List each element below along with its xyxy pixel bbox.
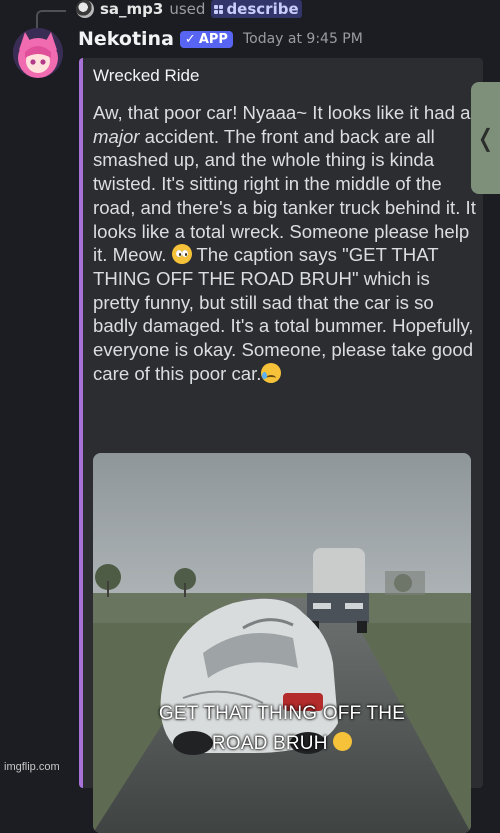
slash-command-mention[interactable]: describe bbox=[211, 0, 302, 18]
replying-username[interactable]: sa_mp3 bbox=[100, 0, 163, 18]
message-header: Nekotina ✓ APP Today at 9:45 PM bbox=[78, 26, 363, 52]
chevron-left-icon: ❬ bbox=[475, 124, 496, 152]
app-badge[interactable]: ✓ APP bbox=[179, 30, 233, 48]
check-icon: ✓ bbox=[184, 31, 196, 47]
app-badge-label: APP bbox=[198, 31, 228, 47]
image-caption-line-1: GET THAT THING OFF THE bbox=[158, 703, 406, 724]
embed-image[interactable]: GET THAT THING OFF THE ROAD BRUH bbox=[93, 453, 471, 833]
replying-user-avatar[interactable] bbox=[76, 0, 94, 18]
embed-title: Wrecked Ride bbox=[93, 66, 200, 85]
message-embed: Wrecked Ride Aw, that poor car! Nyaaa~ I… bbox=[79, 58, 483, 833]
bot-username[interactable]: Nekotina bbox=[78, 28, 174, 50]
command-name: describe bbox=[226, 0, 299, 18]
bot-avatar[interactable] bbox=[13, 28, 63, 78]
description-emphasis: major bbox=[93, 125, 140, 147]
sad-but-relieved-face-emoji bbox=[261, 362, 282, 383]
loudly-crying-face-emoji bbox=[333, 732, 353, 751]
pleading-face-emoji bbox=[171, 244, 192, 265]
side-panel-toggle[interactable]: ❬ bbox=[471, 82, 500, 194]
image-caption-text: ROAD BRUH bbox=[211, 733, 328, 754]
message-timestamp[interactable]: Today at 9:45 PM bbox=[243, 31, 363, 47]
app-command-icon bbox=[214, 4, 224, 14]
description-text: Aw, that poor car! Nyaaa~ It looks like … bbox=[93, 102, 471, 123]
used-label: used bbox=[169, 0, 206, 18]
embed-description: Aw, that poor car! Nyaaa~ It looks like … bbox=[93, 101, 477, 385]
command-reply-header[interactable]: sa_mp3 used describe bbox=[76, 0, 302, 20]
image-caption-line-2: ROAD BRUH bbox=[93, 732, 471, 755]
imgflip-watermark: imgflip.com bbox=[4, 761, 60, 773]
